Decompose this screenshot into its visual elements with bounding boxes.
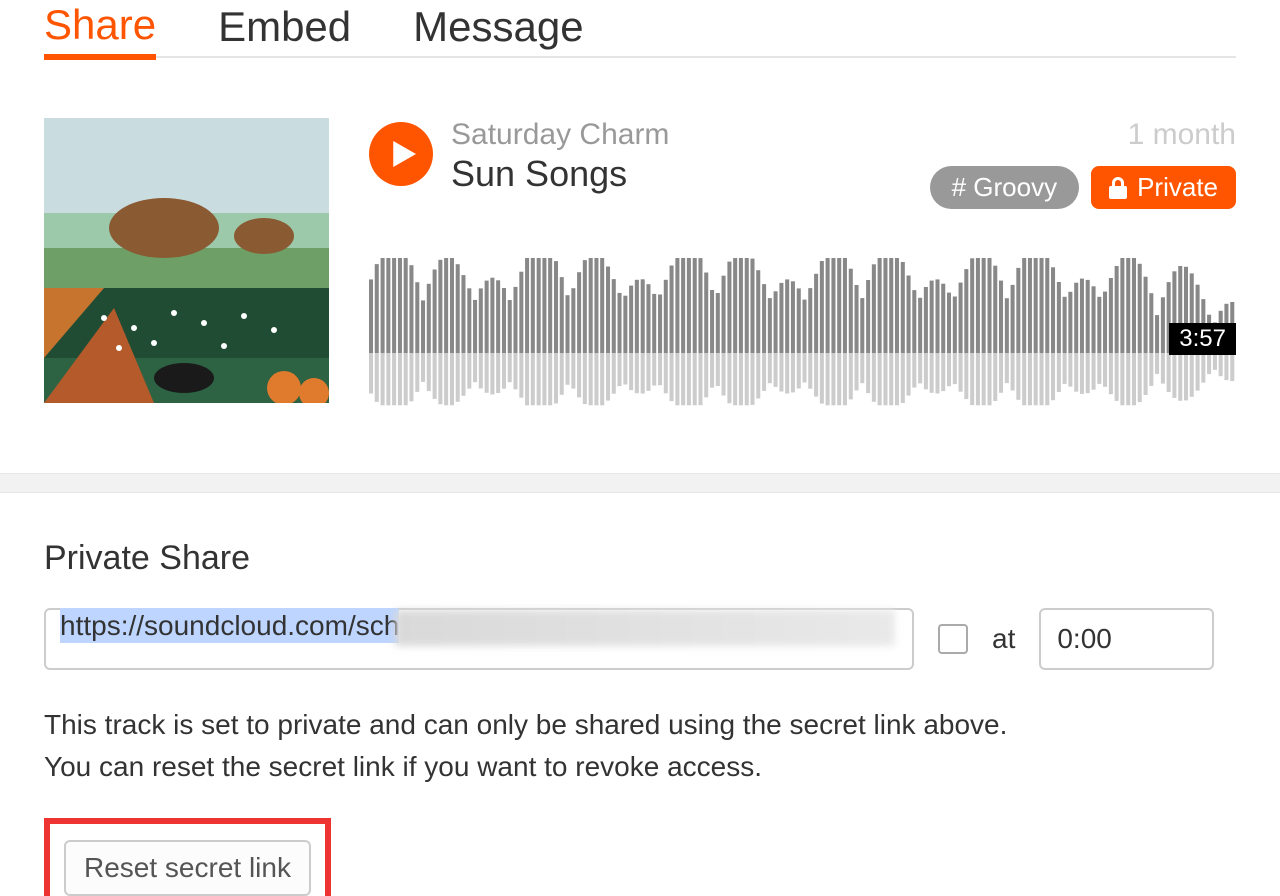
tab-embed[interactable]: Embed	[218, 6, 351, 58]
privacy-badge: Private	[1091, 166, 1236, 209]
artist-name[interactable]: Saturday Charm	[451, 118, 930, 151]
play-icon	[390, 141, 416, 167]
start-at-time-input[interactable]	[1039, 608, 1214, 670]
track-title[interactable]: Sun Songs	[451, 153, 930, 195]
privacy-badge-label: Private	[1137, 172, 1218, 203]
secret-link-value: https://soundcloud.com/sch	[60, 608, 399, 643]
secret-link-obscured	[395, 610, 895, 646]
reset-highlight: Reset secret link	[44, 818, 331, 896]
lock-icon	[1109, 177, 1127, 199]
secret-link-input[interactable]: https://soundcloud.com/sch	[44, 608, 914, 670]
track-tag[interactable]: # Groovy	[930, 166, 1080, 209]
start-at-checkbox[interactable]	[938, 624, 968, 654]
section-divider	[0, 473, 1280, 493]
private-share-heading: Private Share	[44, 539, 1236, 578]
help-line-1: This track is set to private and can onl…	[44, 704, 1236, 746]
private-share-help: This track is set to private and can onl…	[44, 704, 1236, 788]
tab-message[interactable]: Message	[413, 6, 583, 58]
share-tabs: Share Embed Message	[44, 0, 1236, 58]
track-preview: Saturday Charm Sun Songs 1 month # Groov…	[44, 58, 1236, 453]
track-artwork[interactable]	[44, 118, 329, 403]
play-button[interactable]	[369, 122, 433, 186]
help-line-2: You can reset the secret link if you wan…	[44, 746, 1236, 788]
track-duration: 3:57	[1169, 323, 1236, 355]
tab-share[interactable]: Share	[44, 4, 156, 60]
waveform[interactable]: 3:57	[369, 253, 1236, 413]
reset-secret-link-button[interactable]: Reset secret link	[64, 840, 311, 896]
start-at-label: at	[992, 623, 1015, 655]
track-time-ago: 1 month	[930, 118, 1236, 152]
